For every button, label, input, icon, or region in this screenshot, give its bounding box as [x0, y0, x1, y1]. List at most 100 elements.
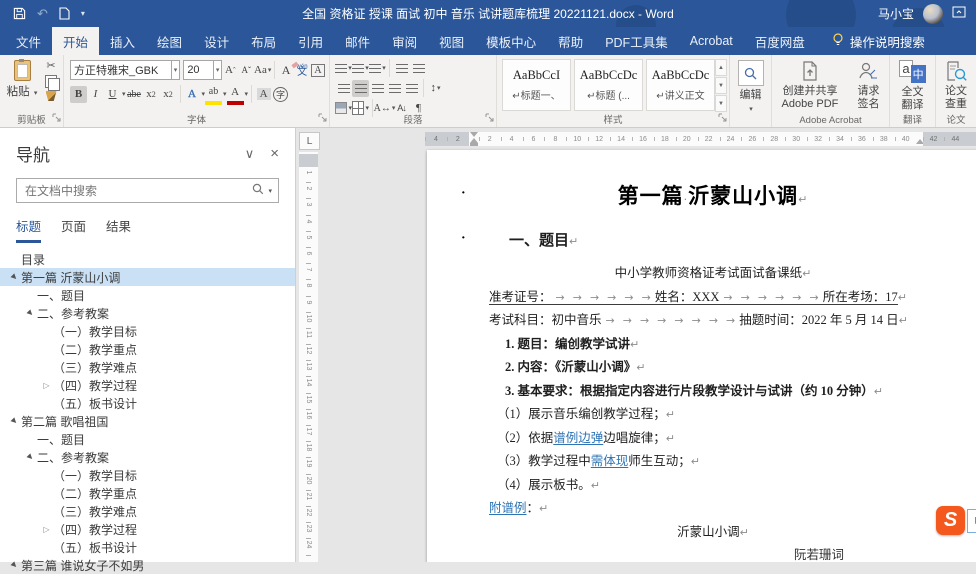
text-effects-icon[interactable]: A [184, 86, 201, 103]
heading-tree-item[interactable]: （一）教学目标 [0, 466, 295, 484]
style-card[interactable]: AaBbCcDc↵讲义正文 [646, 59, 715, 111]
heading-tree-item[interactable]: （二）教学重点 [0, 484, 295, 502]
heading-tree-item[interactable]: （一）教学目标 [0, 322, 295, 340]
doc-line[interactable]: 2. 内容：《沂蒙山小调》↵ [489, 356, 937, 380]
distribute-icon[interactable] [403, 80, 420, 97]
ribbon-tab[interactable]: 文件 [5, 27, 52, 55]
copy-icon[interactable] [45, 75, 57, 88]
doc-line[interactable]: （1）展示音乐编创教学过程；↵ [489, 403, 937, 427]
clipboard-dialog-launcher-icon[interactable] [52, 111, 61, 125]
ribbon-display-options-icon[interactable] [952, 6, 966, 21]
customize-quick-access-icon[interactable]: ▾ [81, 9, 85, 18]
shrink-font-icon[interactable]: Aˇ [238, 62, 254, 79]
clear-formatting-icon[interactable]: A [278, 62, 294, 79]
collapse-arrow-icon[interactable]: ▶ [7, 270, 22, 285]
heading-tree-item[interactable]: ▶第二篇 歌唱祖国 [0, 412, 295, 430]
undo-icon[interactable]: ↶ [37, 7, 48, 20]
user-name[interactable]: 马小宝 [878, 5, 914, 22]
font-size-dropdown-icon[interactable]: ▾ [214, 60, 223, 80]
collapse-arrow-icon[interactable]: ▶ [23, 306, 38, 321]
underline-button[interactable]: U [104, 86, 121, 103]
collapse-arrow-icon[interactable]: ▶ [7, 414, 22, 429]
doc-line[interactable]: 3. 基本要求：根据指定内容进行片段教学设计与试讲（约 10 分钟）↵ [489, 380, 937, 404]
nav-pane-close-icon[interactable]: × [270, 145, 279, 162]
tell-me-search[interactable]: 操作说明搜索 [832, 27, 925, 55]
format-painter-icon[interactable] [46, 91, 57, 101]
enclose-characters-icon[interactable]: 字 [273, 87, 288, 102]
doc-line[interactable]: 阮若珊词 [489, 544, 937, 562]
heading-tree-item[interactable]: ▶二、参考教案 [0, 304, 295, 322]
bold-button[interactable]: B [70, 86, 87, 103]
font-color-icon[interactable]: A [227, 84, 244, 105]
doc-line[interactable]: 准考证号：→→→→→→姓名：XXX→→→→→→所在考场：17↵ [489, 286, 937, 310]
nav-tab-标题[interactable]: 标题 [16, 216, 41, 243]
font-size-combobox[interactable]: 20 [183, 60, 214, 80]
avatar[interactable] [923, 4, 943, 24]
doc-line[interactable]: （2）依据谱例边弹边唱旋律；↵ [489, 427, 937, 451]
sogou-ime-icon[interactable]: S [936, 506, 965, 535]
search-options-dropdown-icon[interactable]: ▾ [268, 187, 272, 195]
multilevel-list-icon[interactable]: ▾ [369, 60, 386, 77]
style-card[interactable]: AaBbCcDc↵标题 (... [574, 59, 643, 111]
font-name-dropdown-icon[interactable]: ▾ [172, 60, 181, 80]
doc-line[interactable]: 1. 题目：编创教学试讲↵ [489, 333, 937, 357]
ribbon-tab[interactable]: 审阅 [381, 27, 428, 55]
expand-arrow-icon[interactable]: ▷ [40, 381, 53, 390]
doc-line[interactable]: 考试科目：初中音乐→→→→→→→→抽题时间：2022 年 5 月 14 日↵ [489, 309, 937, 333]
style-scroll-up-icon[interactable]: ▲ [715, 59, 727, 76]
character-border-icon[interactable]: A [311, 64, 324, 77]
decrease-indent-icon[interactable] [393, 60, 410, 77]
ribbon-tab[interactable]: 开始 [52, 27, 99, 55]
superscript-button[interactable]: x2 [160, 86, 177, 103]
heading-tree-item[interactable]: 目录 [0, 250, 295, 268]
bullet-list-icon[interactable]: ▾ [335, 60, 352, 77]
doc-line[interactable]: 中小学教师资格证考试面试备课纸↵ [489, 262, 937, 286]
subscript-button[interactable]: x2 [143, 86, 160, 103]
line-spacing-icon[interactable]: ↕▾ [427, 80, 444, 97]
heading-tree-item[interactable]: 一、题目 [0, 286, 295, 304]
hanging-indent-marker[interactable] [470, 143, 478, 146]
heading-tree-item[interactable]: （三）教学难点 [0, 502, 295, 520]
indent-markers[interactable] [469, 132, 479, 146]
search-icon[interactable] [252, 183, 264, 198]
collapse-arrow-icon[interactable]: ▶ [23, 450, 38, 465]
doc-line[interactable]: ·第一篇·沂蒙山小调↵ [489, 180, 937, 214]
strikethrough-button[interactable]: abe [126, 86, 143, 103]
align-right-icon[interactable] [369, 80, 386, 97]
heading-tree-item[interactable]: ▶第一篇 沂蒙山小调 [0, 268, 295, 286]
hyperlink-text[interactable]: 谱例边弹 [553, 431, 603, 445]
ribbon-tab[interactable]: 帮助 [547, 27, 594, 55]
new-document-icon[interactable] [59, 7, 70, 20]
search-input[interactable] [23, 183, 252, 199]
horizontal-ruler[interactable]: 4224681012141618202224262830323436384042… [425, 132, 976, 146]
align-center-icon[interactable] [352, 80, 369, 97]
styles-dialog-launcher-icon[interactable] [718, 111, 727, 125]
editing-button[interactable] [738, 60, 764, 86]
ime-mode-badge[interactable]: 中 [967, 509, 976, 533]
heading-tree-item[interactable]: （二）教学重点 [0, 340, 295, 358]
ribbon-tab[interactable]: 百度网盘 [744, 27, 816, 55]
increase-indent-icon[interactable] [410, 60, 427, 77]
style-card[interactable]: AaBbCcI↵标题一、 [502, 59, 571, 111]
doc-line[interactable]: 沂蒙山小调↵ [489, 521, 937, 545]
hyperlink-text[interactable]: 附谱例 [489, 501, 527, 515]
vertical-ruler[interactable]: 123456789101112131415161718192021222324 [299, 152, 318, 562]
heading-tree-item[interactable]: ▶二、参考教案 [0, 448, 295, 466]
ribbon-tab[interactable]: Acrobat [679, 27, 744, 55]
heading-tree-item[interactable]: ▶第三篇 谁说女子不如男 [0, 556, 295, 574]
heading-tree-item[interactable]: 一、题目 [0, 430, 295, 448]
paste-button[interactable]: 粘贴 ▾ [5, 60, 39, 99]
heading-tree-item[interactable]: （三）教学难点 [0, 358, 295, 376]
nav-tab-结果[interactable]: 结果 [106, 216, 131, 243]
first-line-indent-marker[interactable] [470, 132, 478, 137]
style-scroll-down-icon[interactable]: ▼ [715, 77, 727, 94]
document-search-box[interactable]: ▾ [16, 178, 279, 203]
italic-button[interactable]: I [87, 86, 104, 103]
ribbon-tab[interactable]: 布局 [240, 27, 287, 55]
cut-icon[interactable]: ✂ [46, 59, 55, 72]
character-shading-icon[interactable]: A [257, 88, 271, 100]
font-dialog-launcher-icon[interactable] [318, 111, 327, 125]
change-case-icon[interactable]: Aa▾ [254, 62, 271, 79]
hyperlink-text[interactable]: 需体现 [591, 454, 629, 468]
ribbon-tab[interactable]: 绘图 [146, 27, 193, 55]
